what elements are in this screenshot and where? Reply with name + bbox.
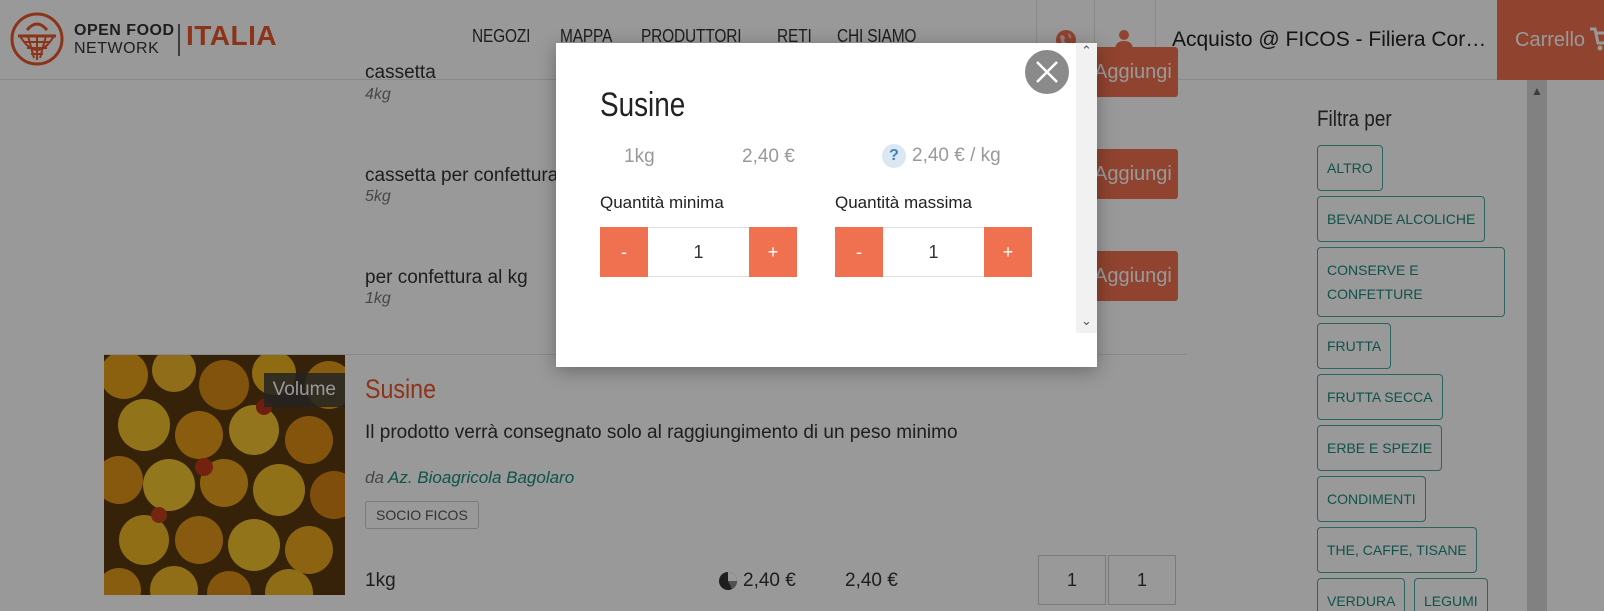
min-quantity-label: Quantità minima (600, 193, 724, 212)
modal-price: 2,40 € (742, 146, 795, 167)
min-increment-button[interactable]: + (749, 227, 797, 277)
max-quantity-label: Quantità massima (835, 193, 972, 212)
chevron-up-icon[interactable]: ⌃ (1081, 43, 1092, 59)
modal-unit: 1kg (624, 146, 655, 167)
min-quantity-input[interactable]: 1 (648, 227, 749, 277)
min-quantity-stepper: - 1 + (600, 227, 797, 277)
max-quantity-stepper: - 1 + (835, 227, 1032, 277)
modal-unit-price: ? 2,40 € / kg (882, 144, 1001, 168)
help-icon[interactable]: ? (882, 144, 906, 168)
modal-scrollbar[interactable]: ⌃ ⌄ (1076, 43, 1097, 333)
modal-unit-price-value: 2,40 € / kg (912, 145, 1001, 166)
modal-title: Susine (600, 86, 686, 124)
chevron-down-icon[interactable]: ⌄ (1081, 313, 1092, 329)
close-icon (1036, 61, 1058, 83)
modal-close-button[interactable] (1023, 48, 1071, 96)
min-decrement-button[interactable]: - (600, 227, 648, 277)
max-increment-button[interactable]: + (984, 227, 1032, 277)
max-quantity-input[interactable]: 1 (883, 227, 984, 277)
max-decrement-button[interactable]: - (835, 227, 883, 277)
